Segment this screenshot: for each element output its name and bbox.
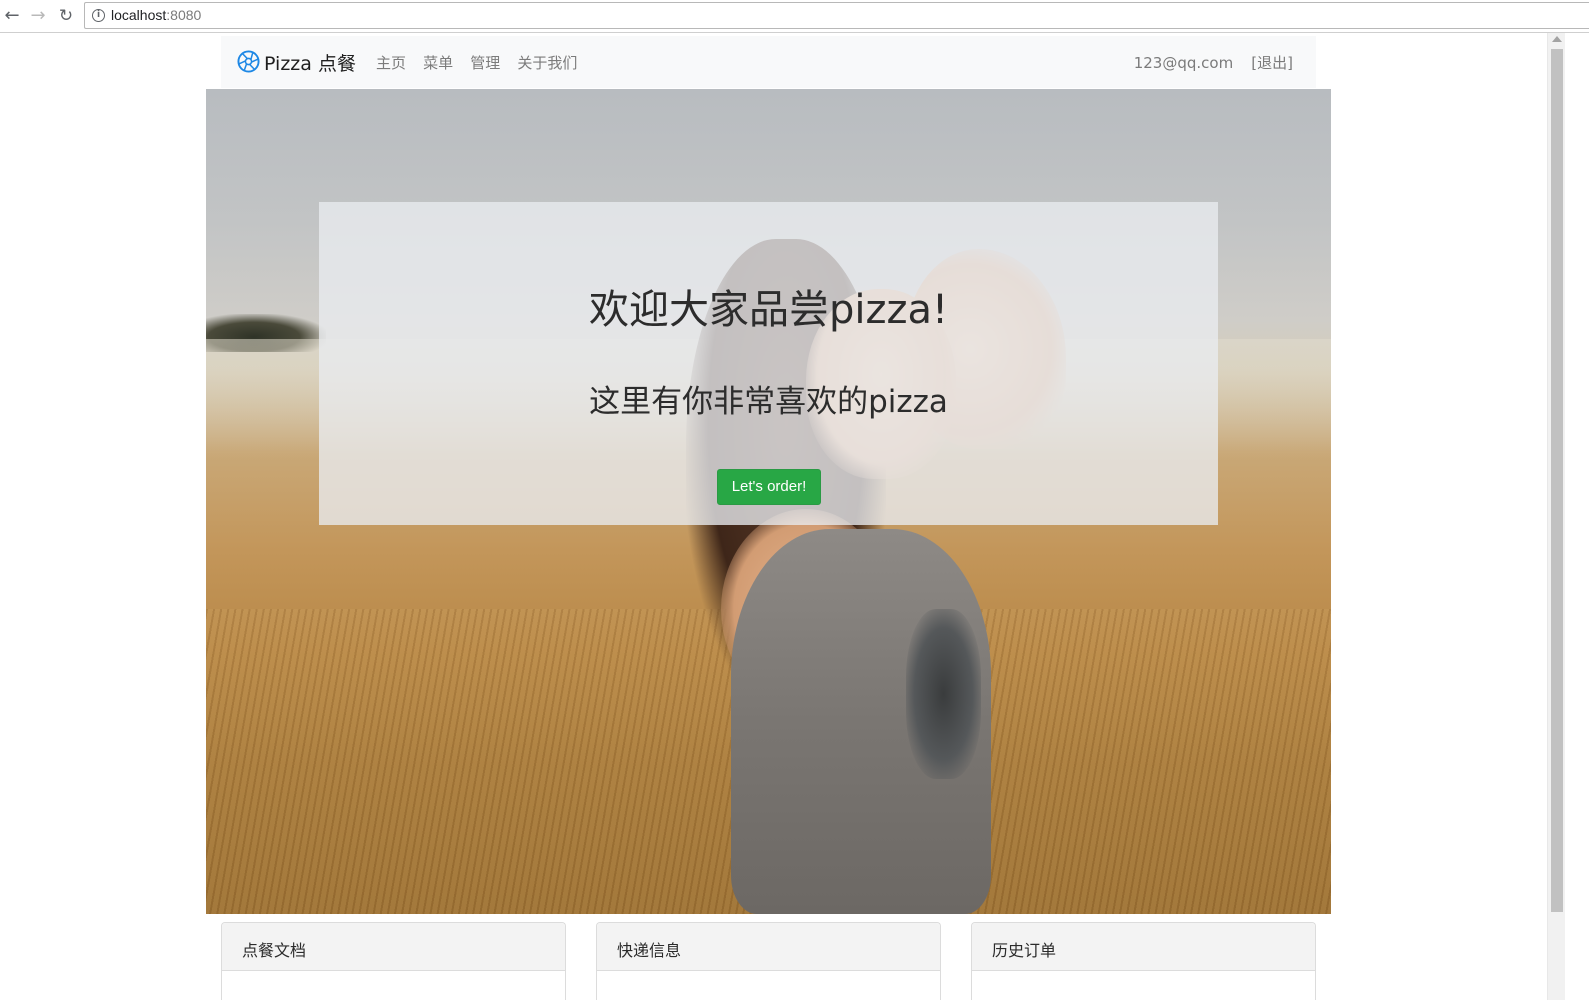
aperture-logo-icon xyxy=(237,50,260,73)
site-navbar: Pizza 点餐 主页 菜单 管理 关于我们 123@qq.com [退出] xyxy=(221,36,1316,88)
jumbotron: 欢迎大家品尝pizza! 这里有你非常喜欢的pizza Let's order! xyxy=(319,202,1218,525)
nav-user-area: 123@qq.com [退出] xyxy=(1134,52,1293,73)
nav-link-home[interactable]: 主页 xyxy=(376,52,406,73)
arrow-left-icon[interactable]: ← xyxy=(1,5,23,27)
url-text[interactable]: localhost:8080 xyxy=(111,7,201,23)
page-scrollbar[interactable] xyxy=(1547,33,1565,1000)
hero-subtitle: 这里有你非常喜欢的pizza xyxy=(589,384,948,420)
card-header: 点餐文档 xyxy=(222,923,565,971)
reload-icon[interactable]: ↻ xyxy=(55,5,77,27)
nav-link-menu[interactable]: 菜单 xyxy=(423,52,453,73)
hero-shirt-print xyxy=(906,609,981,779)
info-icon[interactable]: i xyxy=(92,9,105,22)
card-header: 快递信息 xyxy=(597,923,940,971)
card-header: 历史订单 xyxy=(972,923,1315,971)
brand-name: Pizza 点餐 xyxy=(264,53,356,75)
nav-links: 主页 菜单 管理 关于我们 xyxy=(376,52,589,73)
card-order-history: 历史订单 xyxy=(971,922,1316,1000)
url-port: :8080 xyxy=(166,7,202,23)
hero-banner: 欢迎大家品尝pizza! 这里有你非常喜欢的pizza Let's order! xyxy=(206,89,1331,914)
user-email: 123@qq.com xyxy=(1133,54,1234,72)
scroll-thumb[interactable] xyxy=(1551,49,1563,912)
scroll-up-arrow-icon[interactable] xyxy=(1552,36,1562,42)
browser-toolbar: ← → ↻ i localhost:8080 xyxy=(0,0,1589,33)
nav-link-admin[interactable]: 管理 xyxy=(470,52,500,73)
address-bar[interactable]: i localhost:8080 xyxy=(84,2,1589,29)
order-button[interactable]: Let's order! xyxy=(717,469,821,505)
logout-link[interactable]: [退出] xyxy=(1251,52,1293,73)
url-host: localhost xyxy=(111,7,167,23)
arrow-right-icon[interactable]: → xyxy=(27,5,49,27)
hero-title: 欢迎大家品尝pizza! xyxy=(588,287,949,333)
card-order-docs: 点餐文档 xyxy=(221,922,566,1000)
nav-link-about[interactable]: 关于我们 xyxy=(517,52,577,73)
card-delivery-info: 快递信息 xyxy=(596,922,941,1000)
